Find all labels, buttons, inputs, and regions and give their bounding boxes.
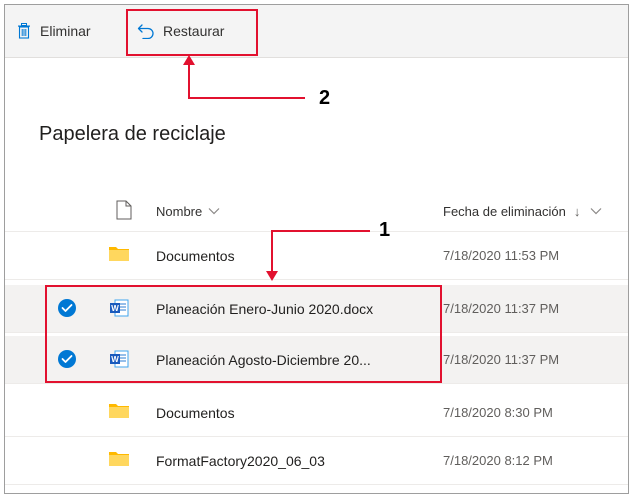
- list-item[interactable]: Documentos 7/18/2020 11:53 PM: [5, 232, 628, 280]
- callout-number-2: 2: [319, 87, 331, 109]
- restore-highlight-box: [126, 9, 258, 56]
- folder-icon: [109, 450, 129, 473]
- list-header: Nombre Fecha de eliminación ↓: [5, 191, 628, 232]
- file-type-column-header[interactable]: [116, 191, 132, 231]
- list-item[interactable]: FormatFactory2020_06_03 7/18/2020 8:12 P…: [5, 437, 628, 485]
- trash-icon: [17, 23, 31, 39]
- command-bar: Eliminar Restaurar: [5, 5, 628, 58]
- file-icon: [116, 200, 132, 223]
- deleted-date: 7/18/2020 11:37 PM: [443, 352, 560, 367]
- file-name[interactable]: Documentos: [156, 232, 235, 279]
- name-column-label: Nombre: [156, 203, 203, 219]
- chevron-down-icon: [208, 204, 220, 218]
- deleted-date: 7/18/2020 11:37 PM: [443, 301, 560, 316]
- deleted-date-column-label: Fecha de eliminación: [443, 203, 566, 219]
- chevron-down-icon: [590, 204, 602, 218]
- delete-button[interactable]: Eliminar: [17, 5, 91, 57]
- selected-rows-highlight-box: [45, 285, 442, 383]
- page-title: Papelera de reciclaje: [39, 123, 226, 145]
- name-column-header[interactable]: Nombre: [156, 191, 220, 231]
- file-name[interactable]: FormatFactory2020_06_03: [156, 437, 325, 484]
- delete-button-label: Eliminar: [40, 23, 91, 39]
- deleted-date: 7/18/2020 8:12 PM: [443, 453, 553, 468]
- deleted-date: 7/18/2020 8:30 PM: [443, 405, 553, 420]
- deleted-date-column-header[interactable]: Fecha de eliminación ↓: [443, 191, 602, 231]
- list-item[interactable]: Documentos 7/18/2020 8:30 PM: [5, 389, 628, 437]
- folder-icon: [109, 245, 129, 268]
- file-name[interactable]: Documentos: [156, 389, 235, 436]
- callout-number-1: 1: [379, 219, 391, 241]
- deleted-date: 7/18/2020 11:53 PM: [443, 248, 560, 263]
- recycle-bin-window: Eliminar Restaurar Papelera de reciclaje: [4, 4, 629, 494]
- sort-arrow-icon: ↓: [573, 203, 581, 219]
- folder-icon: [109, 402, 129, 425]
